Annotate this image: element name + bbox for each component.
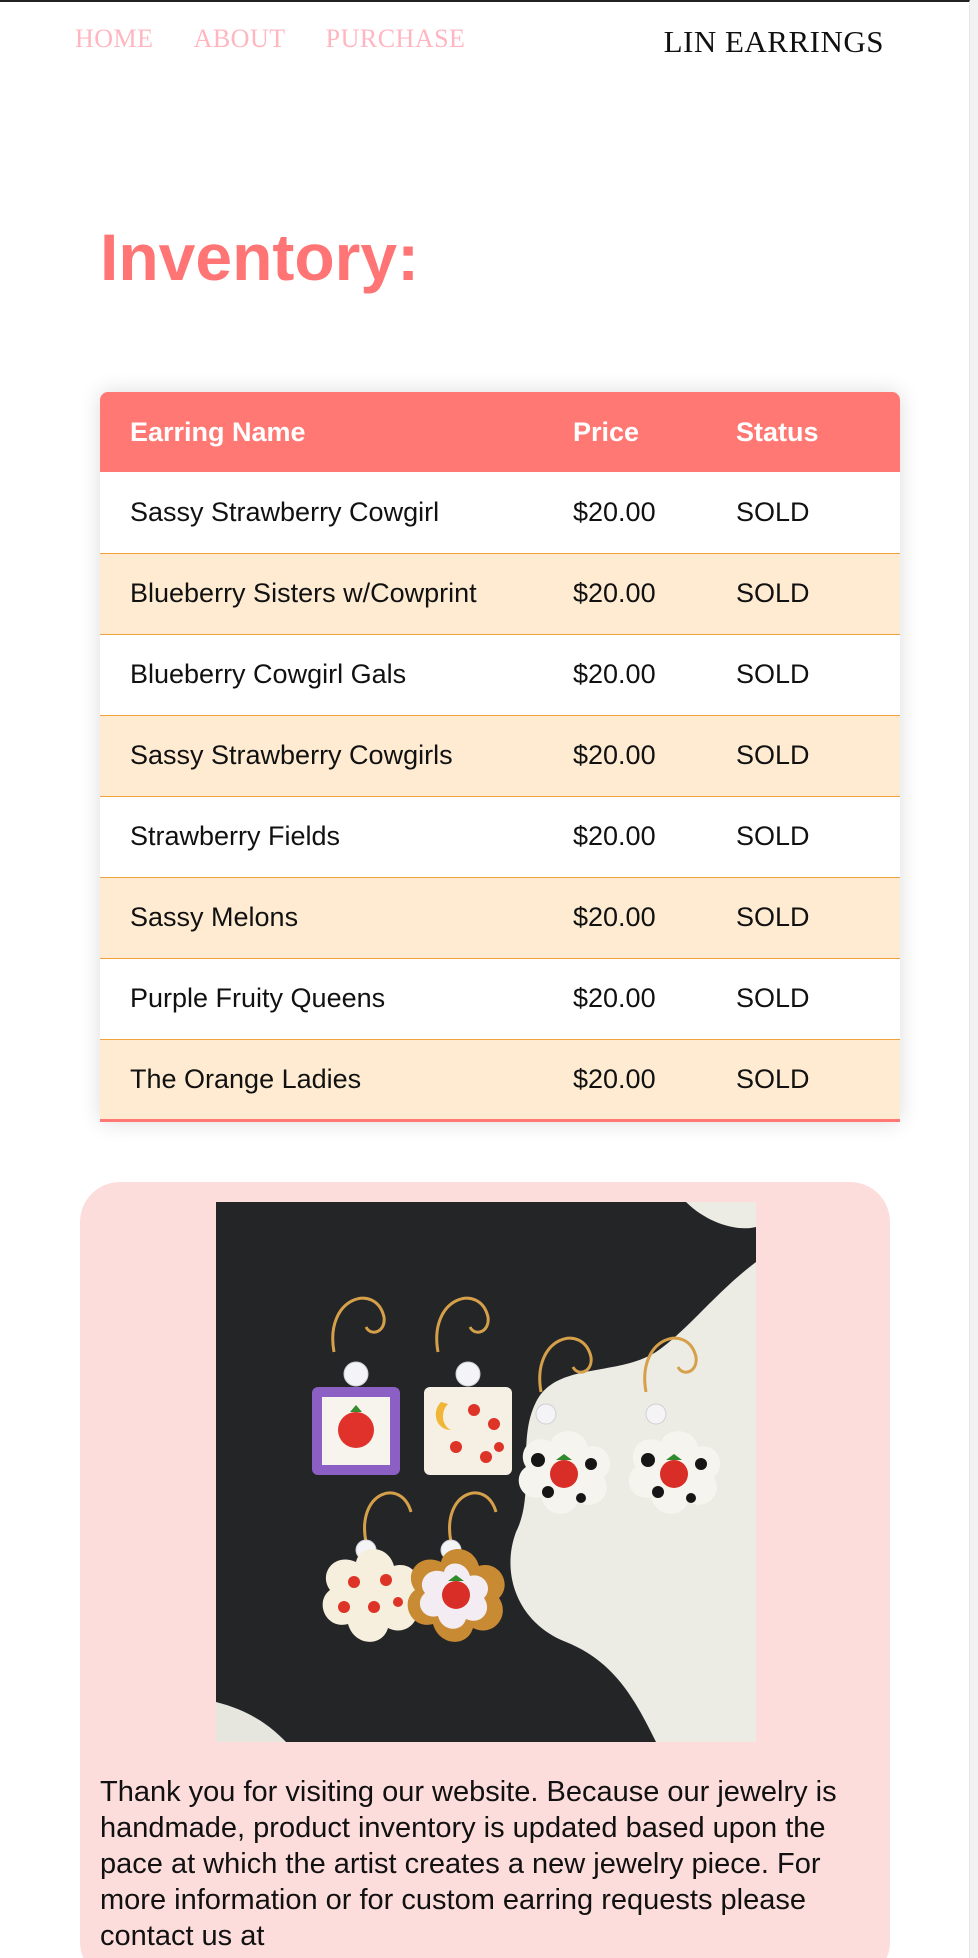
price-cell: $20.00	[573, 821, 656, 851]
inventory-table: Earring Name Price Status Sassy Strawber…	[100, 392, 900, 1122]
page-title: Inventory:	[100, 220, 420, 294]
status-cell: SOLD	[736, 983, 810, 1013]
nav-about-link[interactable]: ABOUT	[194, 24, 286, 54]
table-row: Blueberry Sisters w/Cowprint $20.00 SOLD	[100, 553, 900, 634]
brand-name: LIN EARRINGS	[663, 24, 884, 59]
table-row: Blueberry Cowgirl Gals $20.00 SOLD	[100, 634, 900, 715]
price-cell: $20.00	[573, 1063, 656, 1094]
status-cell: SOLD	[736, 578, 810, 608]
table-row: The Orange Ladies $20.00 SOLD	[100, 1039, 900, 1120]
nav-home-link[interactable]: HOME	[75, 24, 154, 54]
table-row: Purple Fruity Queens $20.00 SOLD	[100, 958, 900, 1039]
status-cell: SOLD	[736, 740, 810, 770]
page: HOME ABOUT PURCHASE LIN EARRINGS Invento…	[0, 0, 970, 1958]
earring-name-cell: Purple Fruity Queens	[130, 983, 386, 1013]
status-cell: SOLD	[736, 902, 810, 932]
price-cell: $20.00	[573, 578, 656, 608]
inventory-table-container: Earring Name Price Status Sassy Strawber…	[100, 392, 900, 1122]
nav-purchase-link[interactable]: PURCHASE	[326, 24, 466, 54]
info-card: Thank you for visiting our website. Beca…	[80, 1182, 890, 1958]
earring-name-cell: The Orange Ladies	[130, 1063, 362, 1094]
table-header-row: Earring Name Price Status	[100, 392, 900, 472]
column-header-price: Price	[573, 416, 640, 447]
status-cell: SOLD	[736, 496, 810, 527]
earring-name-cell: Sassy Melons	[130, 902, 299, 932]
scrollbar-gutter	[970, 0, 978, 1958]
table-row: Sassy Melons $20.00 SOLD	[100, 877, 900, 958]
earrings-photo-illustration	[216, 1202, 756, 1742]
top-nav: HOME ABOUT PURCHASE	[75, 24, 465, 54]
table-row: Strawberry Fields $20.00 SOLD	[100, 796, 900, 877]
earring-name-cell: Sassy Strawberry Cowgirls	[130, 740, 453, 770]
column-header-status: Status	[736, 416, 819, 447]
price-cell: $20.00	[573, 902, 656, 932]
earring-name-cell: Sassy Strawberry Cowgirl	[130, 496, 440, 527]
earring-name-cell: Blueberry Cowgirl Gals	[130, 659, 407, 689]
table-row: Sassy Strawberry Cowgirls $20.00 SOLD	[100, 715, 900, 796]
price-cell: $20.00	[573, 983, 656, 1013]
earring-name-cell: Blueberry Sisters w/Cowprint	[130, 578, 477, 608]
price-cell: $20.00	[573, 659, 656, 689]
earring-name-cell: Strawberry Fields	[130, 821, 341, 851]
column-header-name: Earring Name	[130, 416, 306, 447]
status-cell: SOLD	[736, 1063, 810, 1094]
status-cell: SOLD	[736, 659, 810, 689]
status-cell: SOLD	[736, 821, 810, 851]
table-row: Sassy Strawberry Cowgirl $20.00 SOLD	[100, 472, 900, 553]
info-text: Thank you for visiting our website. Beca…	[100, 1776, 837, 1952]
price-cell: $20.00	[573, 496, 656, 527]
earrings-photo	[216, 1202, 756, 1742]
price-cell: $20.00	[573, 740, 656, 770]
